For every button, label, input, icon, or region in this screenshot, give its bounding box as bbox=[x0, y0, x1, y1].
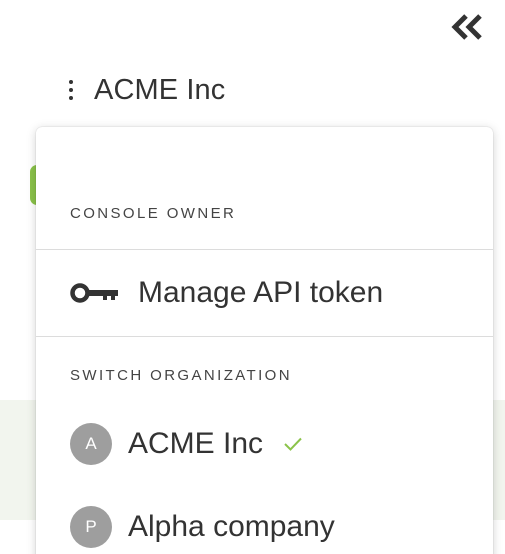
double-chevron-left-icon bbox=[451, 14, 482, 40]
page: ACME Inc CONSOLE OWNER Manage API token … bbox=[0, 0, 505, 554]
switch-organization-section-label: SWITCH ORGANIZATION bbox=[70, 367, 292, 384]
check-icon bbox=[283, 434, 303, 454]
kebab-menu-icon bbox=[62, 75, 80, 105]
manage-api-token-item[interactable]: Manage API token bbox=[36, 250, 493, 335]
collapse-sidebar-button[interactable] bbox=[448, 10, 488, 44]
avatar: A bbox=[70, 423, 112, 465]
organization-item-acme-inc[interactable]: A ACME Inc bbox=[36, 415, 493, 473]
console-owner-section-label: CONSOLE OWNER bbox=[70, 205, 237, 222]
current-organization-name: ACME Inc bbox=[94, 73, 226, 106]
organization-item-alpha-company[interactable]: P Alpha company bbox=[36, 498, 493, 554]
avatar: P bbox=[70, 506, 112, 548]
key-icon bbox=[70, 281, 122, 305]
organization-name: ACME Inc bbox=[128, 427, 264, 460]
organization-name: Alpha company bbox=[128, 510, 335, 543]
organization-selector[interactable]: ACME Inc bbox=[62, 70, 225, 110]
manage-api-token-label: Manage API token bbox=[138, 275, 384, 309]
organization-dropdown-menu: CONSOLE OWNER Manage API token SWITCH OR… bbox=[36, 127, 493, 554]
divider bbox=[36, 336, 493, 337]
